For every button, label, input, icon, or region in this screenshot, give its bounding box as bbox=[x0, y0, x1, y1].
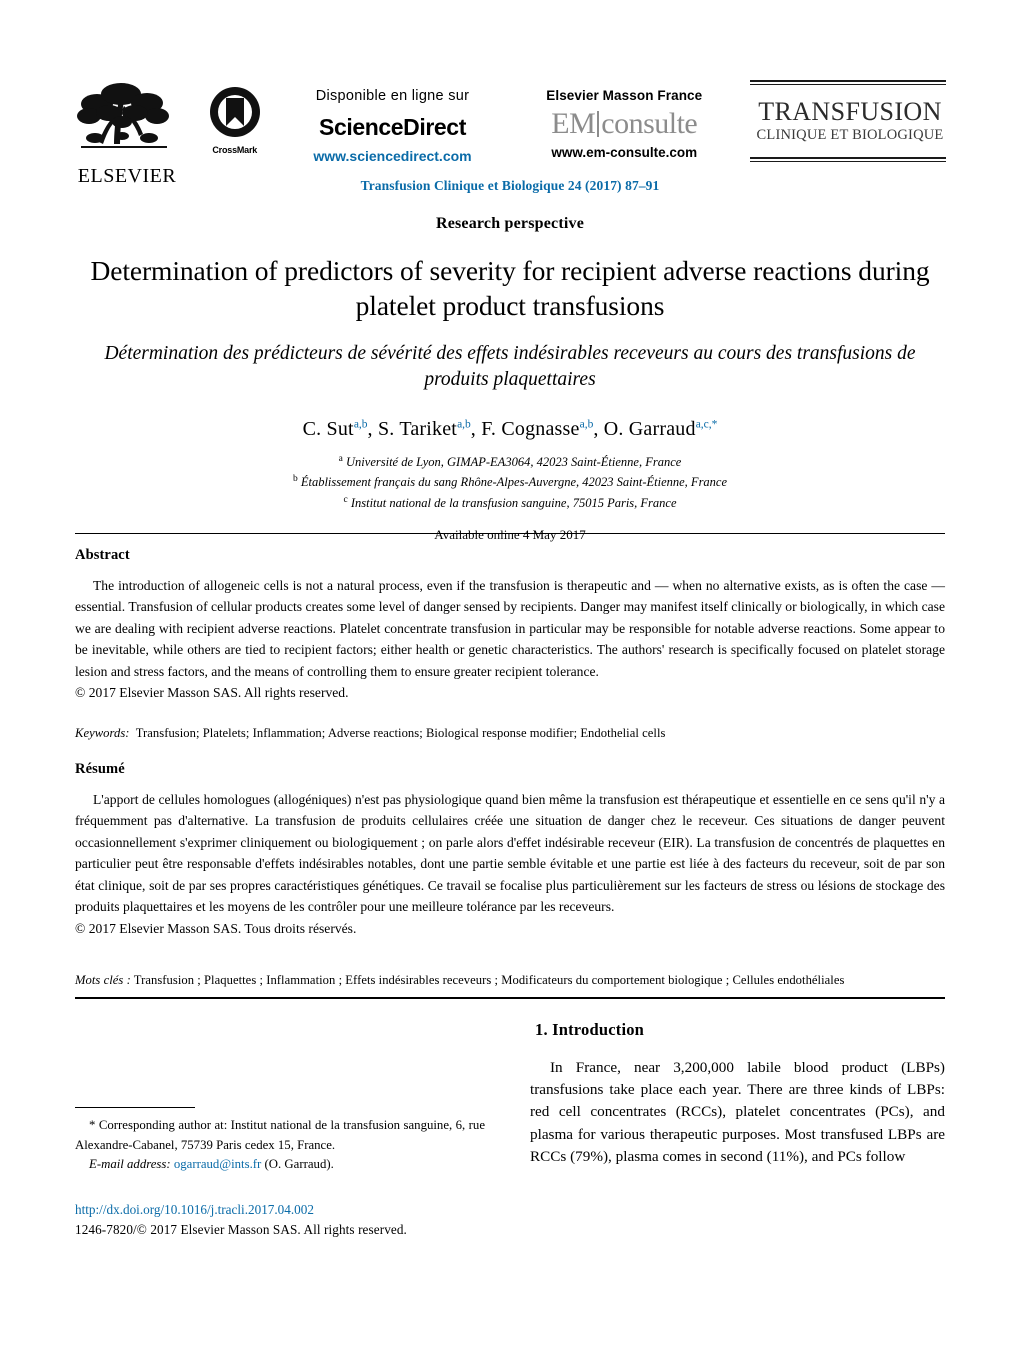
mots-cles-label: Mots clés : bbox=[75, 973, 131, 988]
sciencedirect-available-line: Disponible en ligne sur bbox=[315, 88, 470, 104]
email-label: E-mail address: bbox=[89, 1156, 171, 1171]
emconsulte-logo-right: consulte bbox=[601, 107, 698, 140]
emconsulte-url[interactable]: www.em-consulte.com bbox=[518, 145, 730, 160]
affiliation-text: Université de Lyon, GIMAP-EA3064, 42023 … bbox=[346, 455, 682, 470]
publisher-name: Elsevier Masson France bbox=[546, 88, 703, 103]
crossmark-label: CrossMark bbox=[212, 145, 258, 155]
emconsulte-logo-left: EM bbox=[551, 107, 596, 140]
abstract-body: The introduction of allogeneic cells is … bbox=[75, 578, 945, 679]
resume-heading: Résumé bbox=[75, 760, 125, 777]
left-column: * Corresponding author at: Institut nati… bbox=[75, 1020, 485, 1260]
corresponding-author-marker: * bbox=[89, 1118, 96, 1133]
sciencedirect-block: Disponible en ligne sur ScienceDirect ww… bbox=[287, 76, 499, 164]
introduction-body: In France, near 3,200,000 labile blood p… bbox=[530, 1059, 945, 1165]
resume-text: L'apport de cellules homologues (allogén… bbox=[75, 789, 945, 918]
author-list: C. Suta,b, S. Tariketa,b, F. Cognassea,b… bbox=[302, 418, 718, 441]
introduction-paragraph: In France, near 3,200,000 labile blood p… bbox=[530, 1057, 945, 1168]
masthead-subtitle: CLINIQUE ET BIOLOGIQUE bbox=[756, 127, 944, 143]
mots-cles: Mots clés : Transfusion ; Plaquettes ; I… bbox=[75, 973, 945, 988]
page-title: Determination of predictors of severity … bbox=[90, 255, 930, 322]
introduction-heading: 1. Introduction bbox=[535, 1020, 645, 1039]
corresponding-author-footnote: * Corresponding author at: Institut nati… bbox=[75, 1107, 485, 1174]
masthead-rule-top bbox=[750, 80, 946, 85]
masthead-title: TRANSFUSION bbox=[758, 97, 942, 126]
affiliation-item: b Établissement français du sang Rhône-A… bbox=[75, 472, 945, 492]
emconsulte-block: Elsevier Masson France EM consulte www.em… bbox=[518, 76, 730, 160]
affiliation-marker: b bbox=[292, 474, 298, 485]
author-name[interactable]: F. Cognasse bbox=[481, 418, 579, 440]
affiliation-item: c Institut national de la transfusion sa… bbox=[75, 493, 945, 513]
crossmark-icon bbox=[209, 87, 260, 137]
affiliation-marker: c bbox=[343, 494, 348, 505]
abstract-copyright: © 2017 Elsevier Masson SAS. All rights r… bbox=[75, 685, 349, 701]
footnote-rule bbox=[75, 1107, 195, 1109]
sciencedirect-url[interactable]: www.sciencedirect.com bbox=[287, 148, 499, 164]
author-affiliation-marker[interactable]: a,c,* bbox=[696, 419, 718, 431]
abstract-section: Abstract The introduction of allogeneic … bbox=[75, 547, 945, 988]
sciencedirect-wordmark: ScienceDirect bbox=[319, 114, 466, 140]
abstract-text: The introduction of allogeneic cells is … bbox=[75, 575, 945, 682]
footnote-text: * Corresponding author at: Institut nati… bbox=[75, 1116, 485, 1174]
author-affiliation-marker[interactable]: a,b bbox=[457, 419, 471, 431]
footer-block: http://dx.doi.org/10.1016/j.tracli.2017.… bbox=[75, 1200, 505, 1240]
email-line: E-mail address: ogarraud@ints.fr (O. Gar… bbox=[75, 1155, 485, 1174]
two-column-area: * Corresponding author at: Institut nati… bbox=[75, 1020, 945, 1260]
elsevier-tree-icon bbox=[77, 83, 169, 148]
email-link[interactable]: ogarraud@ints.fr bbox=[174, 1157, 261, 1171]
doi-link[interactable]: http://dx.doi.org/10.1016/j.tracli.2017.… bbox=[75, 1200, 505, 1220]
author-name[interactable]: C. Sut bbox=[303, 418, 354, 440]
affiliation-text: Établissement français du sang Rhône-Alp… bbox=[300, 475, 728, 490]
crossmark-logo[interactable]: CrossMark bbox=[203, 76, 267, 155]
affiliation-text: Institut national de la transfusion sang… bbox=[350, 495, 677, 510]
author-affiliation-marker[interactable]: a,b bbox=[354, 419, 368, 431]
content-bottom-divider bbox=[75, 997, 945, 999]
title-block: Research perspective Determination of pr… bbox=[75, 215, 945, 543]
journal-reference[interactable]: Transfusion Clinique et Biologique 24 (2… bbox=[0, 178, 1020, 194]
corresponding-author-address: Corresponding author at: Institut nation… bbox=[75, 1118, 485, 1152]
page-subtitle-french: Détermination des prédicteurs de sévérit… bbox=[104, 343, 916, 391]
affiliation-marker: a bbox=[338, 454, 343, 465]
affiliation-item: a Université de Lyon, GIMAP-EA3064, 4202… bbox=[75, 452, 945, 472]
resume-copyright: © 2017 Elsevier Masson SAS. Tous droits … bbox=[75, 920, 357, 936]
journal-masthead: TRANSFUSION CLINIQUE ET BIOLOGIQUE bbox=[750, 76, 950, 162]
available-online-date: Available online 4 May 2017 bbox=[434, 526, 586, 542]
author-affiliation-marker[interactable]: a,b bbox=[580, 419, 594, 431]
keywords: Keywords: Transfusion; Platelets; Inflam… bbox=[75, 726, 945, 741]
keywords-label: Keywords: bbox=[75, 725, 130, 740]
article-first-page: ELSEVIER CrossMark Disponible en ligne s… bbox=[0, 0, 1020, 1351]
mots-cles-value: Transfusion ; Plaquettes ; Inflammation … bbox=[133, 973, 845, 988]
right-column: 1. Introduction In France, near 3,200,00… bbox=[530, 1020, 945, 1168]
affiliation-list: a Université de Lyon, GIMAP-EA3064, 4202… bbox=[75, 452, 945, 512]
author-name[interactable]: O. Garraud bbox=[604, 418, 696, 440]
masthead-rule-bottom bbox=[750, 156, 946, 162]
elsevier-logo: ELSEVIER bbox=[75, 76, 183, 188]
abstract-top-divider bbox=[75, 533, 945, 534]
corresponding-author-line: * Corresponding author at: Institut nati… bbox=[75, 1116, 485, 1154]
resume-body: L'apport de cellules homologues (allogén… bbox=[75, 791, 945, 915]
issn-copyright-line: 1246-7820/© 2017 Elsevier Masson SAS. Al… bbox=[75, 1222, 407, 1238]
article-type: Research perspective bbox=[435, 215, 585, 232]
emconsulte-logo: EM consulte bbox=[518, 109, 730, 139]
email-attribution: (O. Garraud). bbox=[264, 1156, 334, 1171]
abstract-heading: Abstract bbox=[75, 547, 130, 563]
emconsulte-logo-divider bbox=[597, 111, 600, 137]
author-name[interactable]: S. Tariket bbox=[378, 418, 457, 440]
keywords-value: Transfusion; Platelets; Inflammation; Ad… bbox=[135, 725, 666, 740]
